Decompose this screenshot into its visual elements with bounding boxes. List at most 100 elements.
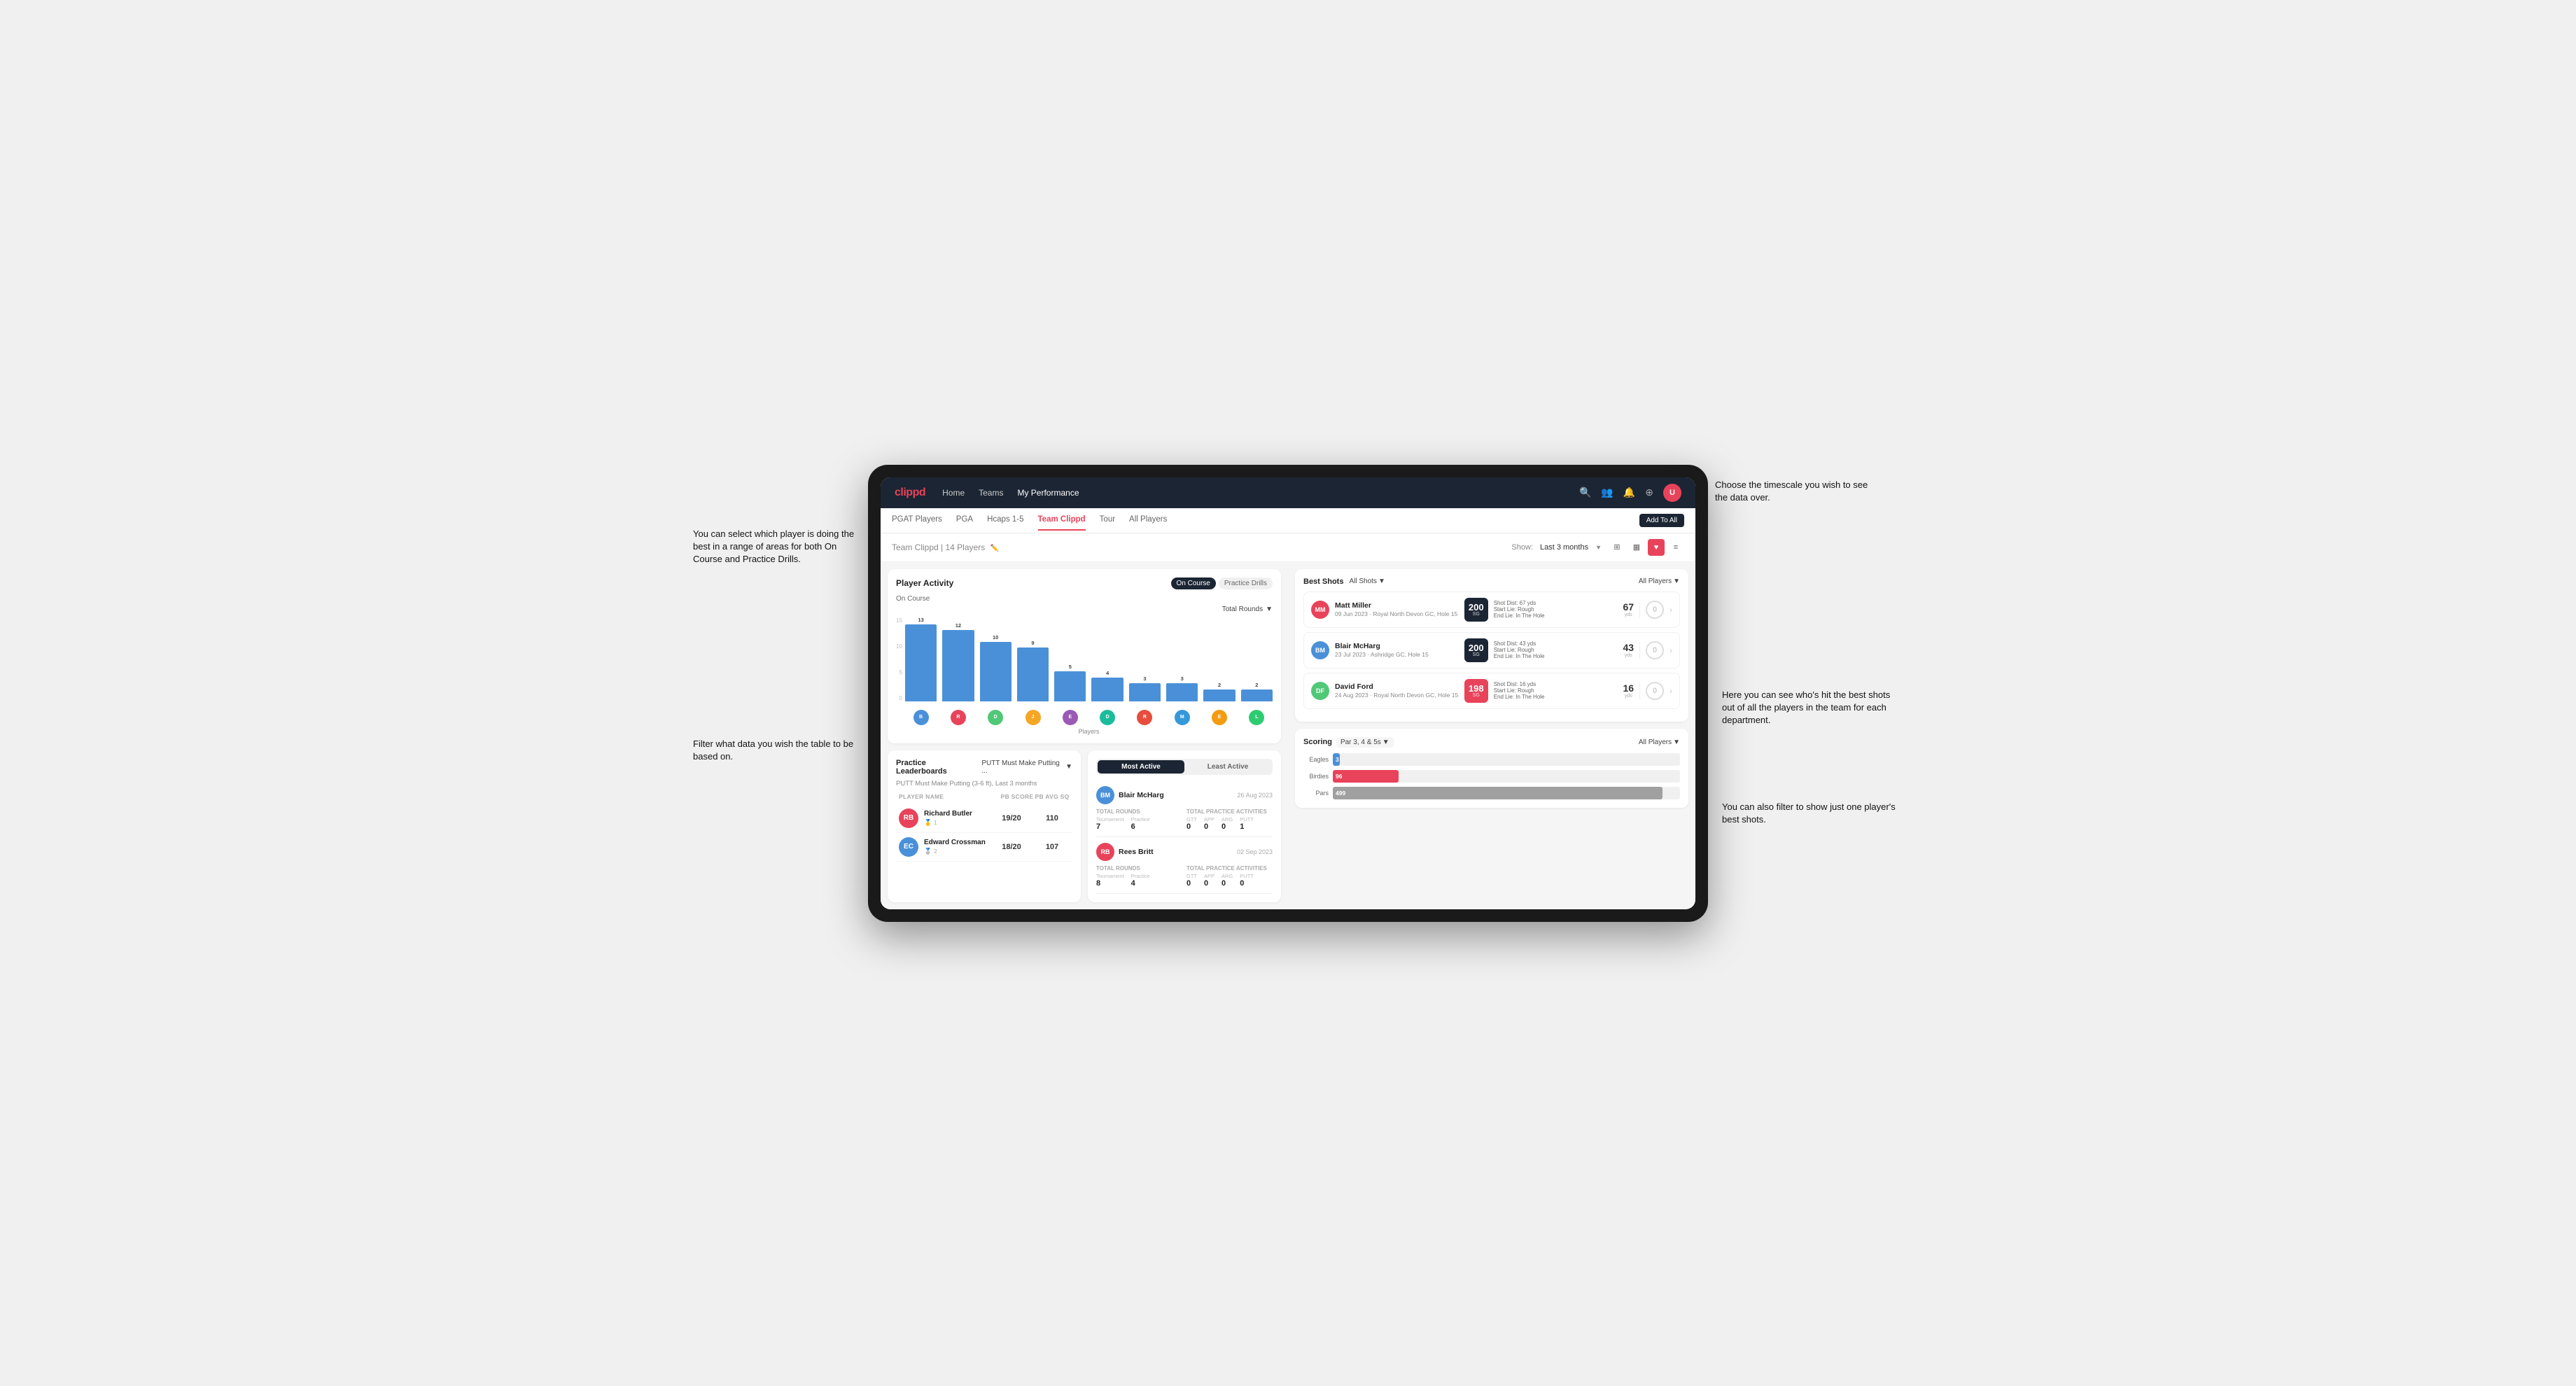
lb-row-1[interactable]: ECEdward Crossman🥈218/20107 [896,833,1072,862]
shot-player-meta-0: 09 Jun 2023 · Royal North Devon GC, Hole… [1335,610,1459,617]
search-icon[interactable]: 🔍 [1579,486,1591,498]
table-view-button[interactable]: ≡ [1667,539,1684,556]
bar-group-5: 4 [1091,670,1123,701]
scoring-bar-track-2: 499 [1333,787,1680,799]
add-icon[interactable]: ⊕ [1645,486,1653,498]
lb-header-avg: PB AVG SQ [1035,793,1070,800]
card-view-button[interactable]: ♥ [1648,539,1665,556]
on-course-toggle[interactable]: On Course [1171,578,1216,589]
player-avatar-2[interactable]: D [980,710,1011,725]
shot-badge-1: 200SG [1464,638,1488,662]
add-to-all-button[interactable]: Add To All [1639,514,1684,527]
bar-value-9: 2 [1255,682,1258,688]
players-filter-label: All Players [1639,578,1672,585]
player-avatar-5[interactable]: D [1091,710,1123,725]
avatar-circle-2: D [988,710,1003,725]
pai-sublabel-tournament-0: Tournament [1096,816,1124,822]
shot-item-1[interactable]: BMBlair McHarg23 Jul 2023 · Ashridge GC,… [1303,632,1680,668]
lb-player-info-0: Richard Butler🥇1 [924,810,988,827]
pai-stat-putt-0: PUTT1 [1240,816,1254,831]
scoring-bar-label-1: Birdies [1303,773,1329,780]
practice-drills-toggle[interactable]: Practice Drills [1219,578,1273,589]
pai-rounds-row-1: Tournament8Practice4 [1096,873,1182,888]
team-title: Team Clippd | 14 Players ✏️ [892,542,1511,552]
bar-group-4: 5 [1054,664,1086,701]
scoring-bar-val-2: 499 [1336,790,1345,797]
shot-player-name-2: David Ford [1335,682,1459,691]
people-icon[interactable]: 👥 [1601,486,1613,498]
main-content: Player Activity On Course Practice Drill… [881,562,1695,909]
all-shots-dropdown[interactable]: All Shots ▼ [1349,578,1385,585]
pai-header-0: BMBlair McHarg26 Aug 2023 [1096,786,1273,804]
bell-icon[interactable]: 🔔 [1623,486,1635,498]
shot-stat1-label-0: yds [1625,612,1632,617]
shot-chevron-1[interactable]: › [1670,645,1672,655]
show-value[interactable]: Last 3 months [1540,543,1588,552]
least-active-tab[interactable]: Least Active [1184,760,1271,774]
avatar-circle-6: R [1137,710,1152,725]
shot-chevron-2[interactable]: › [1670,686,1672,696]
pai-name-1: Rees Britt [1119,848,1233,856]
nav-home[interactable]: Home [942,485,965,500]
shot-items: MMMatt Miller09 Jun 2023 · Royal North D… [1303,592,1680,709]
players-filter-dropdown[interactable]: All Players ▼ [1639,578,1680,585]
pai-val-gtt-0: 0 [1186,822,1191,831]
avatar-circle-5: D [1100,710,1115,725]
player-avatar-6[interactable]: R [1129,710,1161,725]
avatar-circle-4: E [1063,710,1078,725]
player-avatar-3[interactable]: J [1017,710,1049,725]
show-chevron-icon[interactable]: ▼ [1595,544,1602,551]
left-panel: Player Activity On Course Practice Drill… [881,562,1288,909]
nav-teams[interactable]: Teams [979,485,1003,500]
player-avatar-1[interactable]: R [942,710,974,725]
scoring-bar-row-1: Birdies96 [1303,770,1680,783]
shot-stat1-2: 16yds [1623,682,1634,699]
scoring-players-dropdown[interactable]: All Players ▼ [1639,738,1680,746]
shot-player-details-0: Matt Miller09 Jun 2023 · Royal North Dev… [1335,601,1459,617]
lb-rank-num-0: 1 [934,820,937,826]
tab-hcaps[interactable]: Hcaps 1-5 [987,510,1023,531]
best-shots-tab[interactable]: Best Shots [1303,578,1343,586]
grid-view-button[interactable]: ⊞ [1609,539,1625,556]
edit-icon[interactable]: ✏️ [990,545,999,552]
tab-pga[interactable]: PGA [956,510,973,531]
player-avatar-0[interactable]: B [905,710,937,725]
scoring-bar-track-0: 3 [1333,753,1680,766]
pai-sublabel-putt-1: PUTT [1240,873,1254,879]
player-avatar-9[interactable]: L [1241,710,1273,725]
nav-my-performance[interactable]: My Performance [1017,485,1079,500]
tab-tour[interactable]: Tour [1100,510,1115,531]
shot-chevron-0[interactable]: › [1670,605,1672,615]
page-wrapper: Choose the timescale you wish to see the… [868,465,1708,922]
shot-item-0[interactable]: MMMatt Miller09 Jun 2023 · Royal North D… [1303,592,1680,628]
pai-sublabel-tournament-1: Tournament [1096,873,1124,879]
player-avatar-8[interactable]: E [1203,710,1235,725]
shot-player-details-2: David Ford24 Aug 2023 · Royal North Devo… [1335,682,1459,699]
tab-pgat-players[interactable]: PGAT Players [892,510,942,531]
avatar-circle-0: B [913,710,929,725]
pai-practice-label-1: Total Practice Activities [1186,865,1273,872]
pai-rounds-label-0: Total Rounds [1096,808,1182,815]
shot-player-name-1: Blair McHarg [1335,642,1459,650]
scoring-dropdown[interactable]: Par 3, 4 & 5s ▼ [1336,737,1394,748]
lb-medal-0: 🥇 [924,819,932,827]
lb-row-0[interactable]: RBRichard Butler🥇119/20110 [896,804,1072,833]
tab-all-players[interactable]: All Players [1129,510,1167,531]
list-view-button[interactable]: ▦ [1628,539,1645,556]
player-avatar-7[interactable]: M [1166,710,1198,725]
avatar[interactable]: U [1663,484,1681,502]
bar-2 [980,642,1011,701]
tab-team-clippd[interactable]: Team Clippd [1038,510,1086,531]
most-active-tab[interactable]: Most Active [1098,760,1184,774]
activity-title: Player Activity [896,578,953,588]
chart-dropdown[interactable]: Total Rounds ▼ [896,606,1273,613]
bar-value-8: 2 [1218,682,1221,688]
shot-item-2[interactable]: DFDavid Ford24 Aug 2023 · Royal North De… [1303,673,1680,709]
shot-info-1: Shot Dist: 43 ydsStart Lie: RoughEnd Lie… [1494,640,1618,659]
pai-practice-group-0: Total Practice ActivitiesGTT0APP0ARG0PUT… [1186,808,1273,831]
practice-dropdown[interactable]: PUTT Must Make Putting ... ▼ [981,760,1072,775]
best-shots-card: Best Shots All Shots ▼ All Players ▼ MMM… [1295,569,1688,722]
player-avatar-4[interactable]: E [1054,710,1086,725]
practice-leaderboards-card: Practice Leaderboards PUTT Must Make Put… [888,750,1081,902]
pai-val-practice-0: 6 [1131,822,1135,831]
